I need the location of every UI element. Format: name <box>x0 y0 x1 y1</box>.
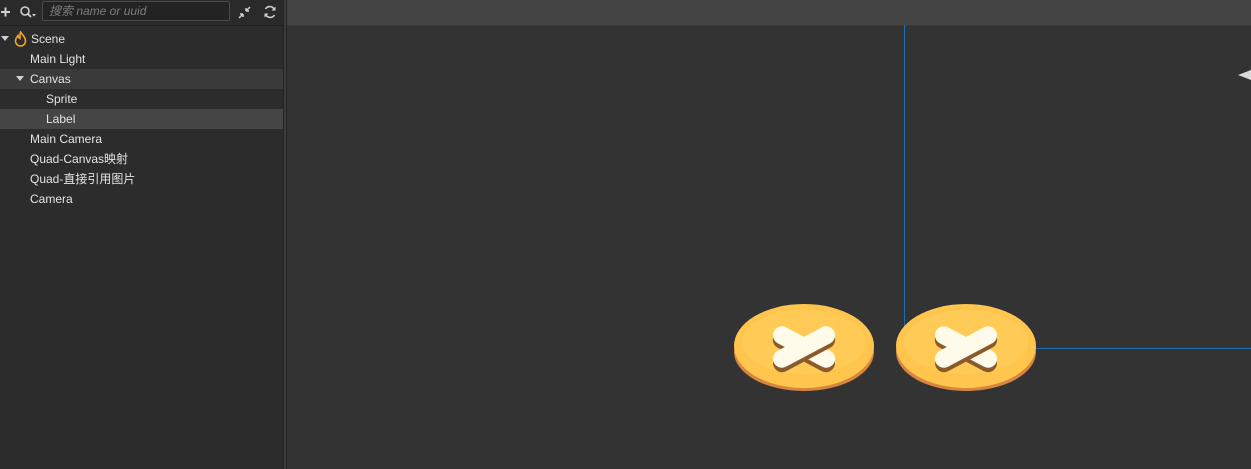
tree-item-label: Camera <box>30 192 73 206</box>
hierarchy-tree: Scene Main Light Canvas Sprite Label Mai… <box>0 29 283 209</box>
tree-item-label: Canvas <box>30 72 71 86</box>
tree-item-main-light[interactable]: Main Light <box>0 49 283 69</box>
close-button-label[interactable] <box>895 300 1037 397</box>
camera-gizmo-icon[interactable] <box>1238 68 1251 85</box>
hierarchy-toolbar <box>0 0 283 26</box>
tree-item-label: Label <box>46 112 76 126</box>
search-icon <box>20 6 36 18</box>
tree-item-label: Scene <box>31 32 66 46</box>
search-input[interactable] <box>43 2 229 20</box>
tree-item-main-camera[interactable]: Main Camera <box>0 129 283 149</box>
scene-toolbar <box>287 0 1251 26</box>
tree-item-label: Sprite <box>46 92 78 106</box>
close-icon <box>896 304 1036 391</box>
tree-item-quad-canvas[interactable]: Quad-Canvas映射 <box>0 149 283 169</box>
tree-item-scene[interactable]: Scene <box>0 29 283 49</box>
scene-view[interactable] <box>287 0 1251 469</box>
tree-item-sprite[interactable]: Sprite <box>0 89 283 109</box>
expand-arrow-icon[interactable] <box>1 36 9 41</box>
search-type-button[interactable] <box>19 3 39 21</box>
tree-item-label: Quad-直接引用图片 <box>30 172 136 186</box>
tree-item-canvas[interactable]: Canvas <box>0 69 283 89</box>
plus-icon <box>1 7 10 17</box>
add-node-button[interactable] <box>0 3 18 21</box>
collapse-icon <box>238 6 251 19</box>
tree-item-label: Quad-Canvas映射 <box>30 152 129 166</box>
close-icon <box>734 304 874 391</box>
tree-item-label: Main Light <box>30 52 86 66</box>
close-button-sprite[interactable] <box>733 300 875 397</box>
tree-item-label-node[interactable]: Label <box>0 109 283 129</box>
tree-item-quad-direct[interactable]: Quad-直接引用图片 <box>0 169 283 189</box>
tree-item-camera[interactable]: Camera <box>0 189 283 209</box>
refresh-button[interactable] <box>261 3 279 21</box>
expand-arrow-icon[interactable] <box>16 76 24 81</box>
refresh-icon <box>264 5 276 19</box>
search-field[interactable] <box>42 1 230 21</box>
tree-item-label: Main Camera <box>30 132 103 146</box>
collapse-all-button[interactable] <box>236 3 254 21</box>
hierarchy-panel: Scene Main Light Canvas Sprite Label Mai… <box>0 0 283 469</box>
